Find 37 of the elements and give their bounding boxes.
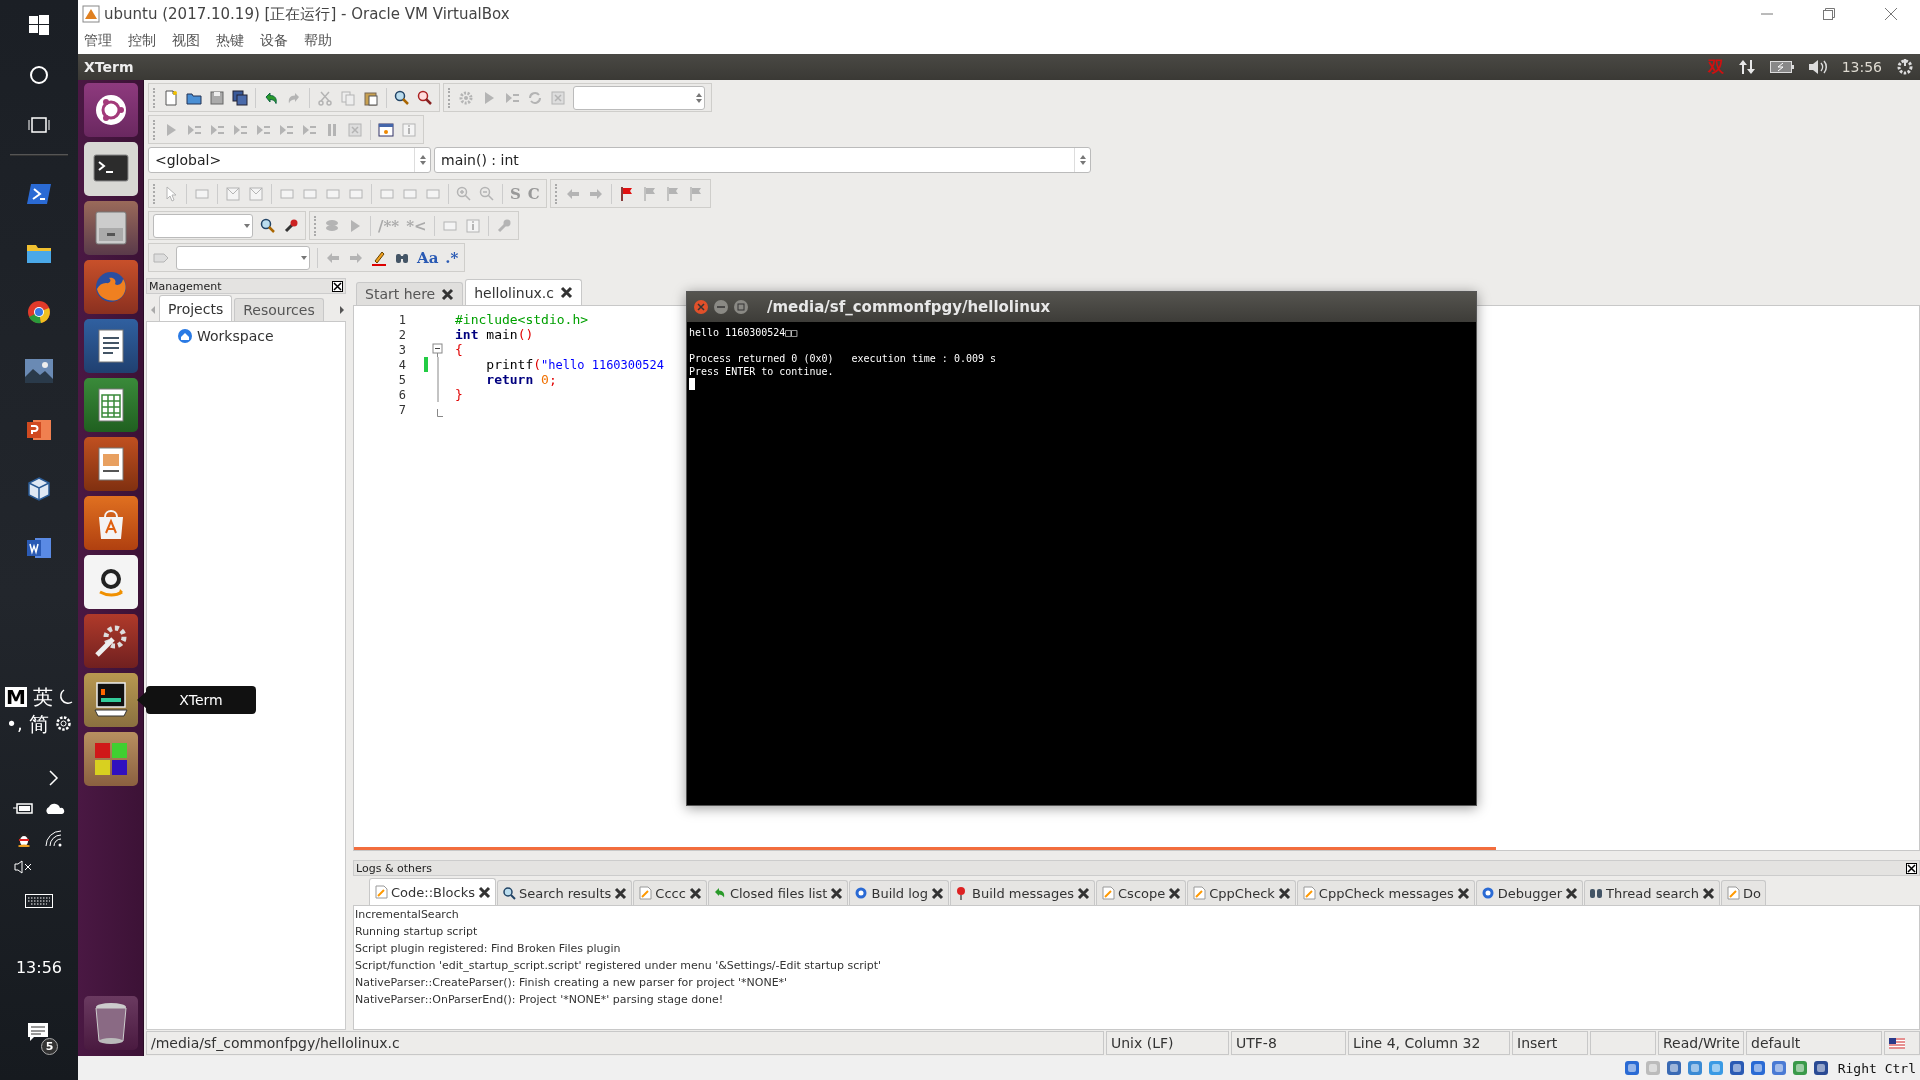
log-line: Script/function 'edit_startup_script.script' registered under menu '&Settings/-Edit startup script' bbox=[355, 958, 883, 974]
cursor-position: Line 4, Column 32 bbox=[1348, 1031, 1510, 1055]
window-title: ubuntu (2017.10.19) [正在运行] - Oracle VM VirtualBox bbox=[104, 4, 511, 24]
insert-mode: Insert bbox=[1512, 1031, 1588, 1055]
panel-title: Management bbox=[149, 279, 222, 293]
encoding: UTF-8 bbox=[1231, 1031, 1346, 1055]
line-number: 2 bbox=[397, 327, 406, 342]
app-title: XTerm bbox=[84, 59, 135, 75]
code-line: printf("hello 1160300524 bbox=[485, 357, 664, 372]
code-line: #include<stdio.h> bbox=[454, 312, 589, 327]
tooltip: XTerm bbox=[146, 686, 256, 714]
access-mode: Read/Write bbox=[1658, 1031, 1744, 1055]
log-line: NativeParser::OnParserEnd(): Project '*NONE*' parsing stage done! bbox=[355, 992, 725, 1008]
code-line: } bbox=[454, 387, 463, 402]
terminal-line: hello 1160300524□□ bbox=[689, 326, 799, 339]
code-line: int main() bbox=[454, 327, 534, 342]
log-line: IncrementalSearch bbox=[355, 907, 460, 923]
log-line: Running startup script bbox=[355, 924, 479, 940]
line-number: 5 bbox=[397, 372, 406, 387]
notification-badge: 5 bbox=[41, 1038, 58, 1055]
file-path: /media/sf_commonfpgy/hellolinux.c bbox=[146, 1031, 1104, 1055]
terminal-title: /media/sf_commonfpgy/hellolinux bbox=[767, 298, 1051, 316]
log-line: NativeParser::CreateParser(): Finish creating a new parser for project '*NONE*' bbox=[355, 975, 789, 991]
log-line: Script plugin registered: Find Broken Files plugin bbox=[355, 941, 622, 957]
terminal-line: Process returned 0 (0x0) execution time : 0.009 s bbox=[689, 352, 998, 365]
line-endings: Unix (LF) bbox=[1106, 1031, 1229, 1055]
terminal-line: Press ENTER to continue. bbox=[689, 365, 835, 378]
panel-title: Logs & others bbox=[356, 861, 432, 875]
profile: default bbox=[1746, 1031, 1882, 1055]
code-line: return 0; bbox=[485, 372, 557, 387]
line-number: 1 bbox=[397, 312, 406, 327]
line-number: 7 bbox=[397, 402, 406, 417]
code-line: { bbox=[454, 342, 463, 357]
host-key: Right Ctrl bbox=[1837, 1060, 1916, 1076]
line-number: 6 bbox=[397, 387, 406, 402]
line-number: 4 bbox=[397, 357, 406, 372]
line-number: 3 bbox=[397, 342, 406, 357]
